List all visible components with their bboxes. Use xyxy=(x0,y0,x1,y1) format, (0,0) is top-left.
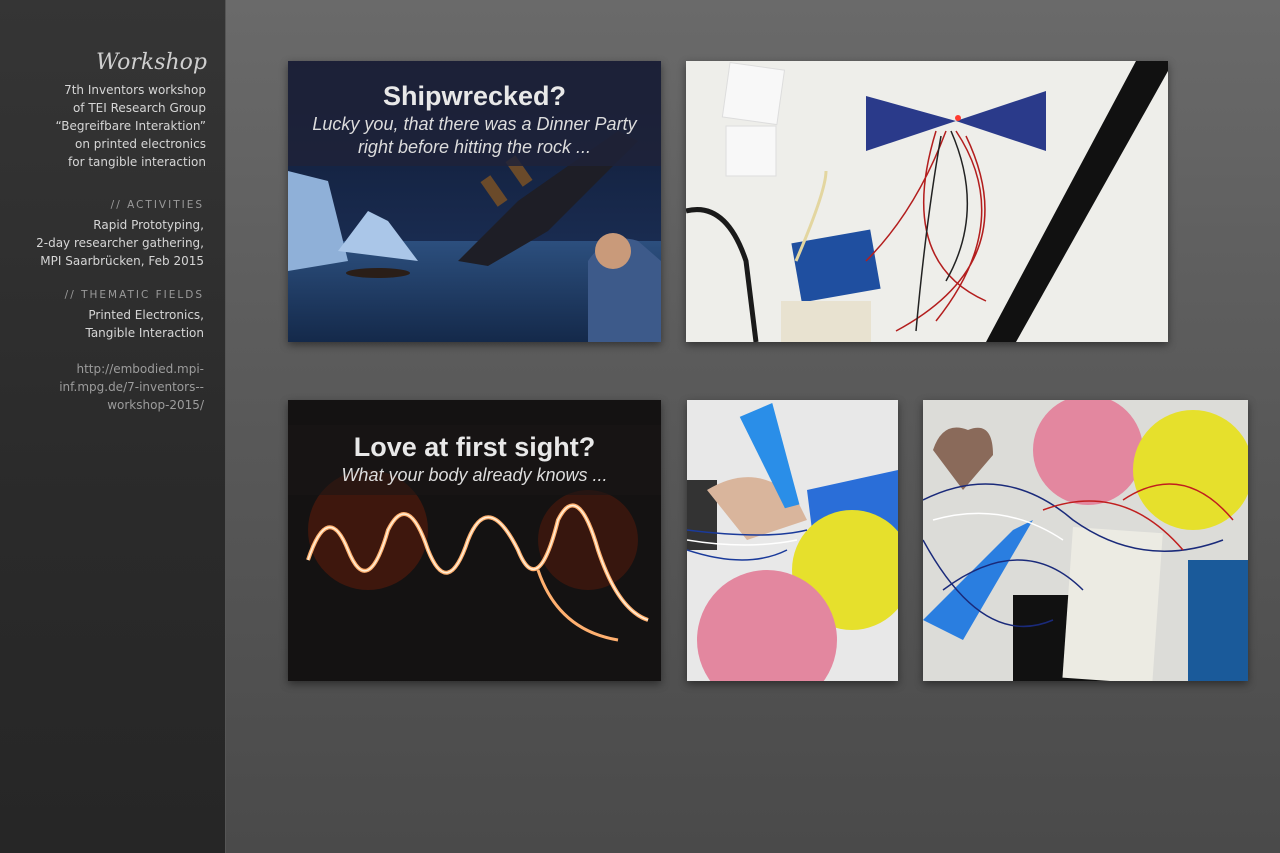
sidebar: Workshop 7th Inventors workshop of TEI R… xyxy=(0,0,226,853)
shipwreck-image-tile[interactable]: Shipwrecked? Lucky you, that there was a… xyxy=(288,61,661,342)
activities-line: Rapid Prototyping, xyxy=(93,218,204,232)
balloons-circuit-photo[interactable] xyxy=(923,400,1248,681)
description-line: 7th Inventors workshop xyxy=(64,83,206,97)
activities-line: MPI Saarbrücken, Feb 2015 xyxy=(40,254,204,268)
love-subtitle: What your body already knows ... xyxy=(341,465,608,485)
description-line: of TEI Research Group xyxy=(72,101,206,115)
bowtie-circuit-photo[interactable] xyxy=(686,61,1168,342)
url-line: http://embodied.mpi- xyxy=(76,362,204,376)
activities-section: // ACTIVITIES Rapid Prototyping, 2-day r… xyxy=(4,197,204,270)
love-title: Love at first sight? xyxy=(353,432,596,462)
bowtie-circuit-image xyxy=(686,61,1168,342)
description-line: for tangible interaction xyxy=(68,155,206,169)
url-line: workshop-2015/ xyxy=(107,398,204,412)
shipwreck-caption: Shipwrecked? Lucky you, that there was a… xyxy=(288,79,661,159)
project-url-link[interactable]: http://embodied.mpi- inf.mpg.de/7-invent… xyxy=(4,360,204,414)
shipwreck-subtitle-line: Lucky you, that there was a Dinner Party xyxy=(312,114,637,134)
love-caption: Love at first sight? What your body alre… xyxy=(288,430,661,487)
thematic-fields-line: Tangible Interaction xyxy=(85,326,204,340)
url-line: inf.mpg.de/7-inventors-- xyxy=(59,380,204,394)
shipwreck-subtitle-line: right before hitting the rock ... xyxy=(357,137,592,157)
description-line: “Begreifbare Interaktion” xyxy=(55,119,206,133)
balloons-hand-photo[interactable] xyxy=(687,400,898,681)
thematic-fields-section: // THEMATIC FIELDS Printed Electronics, … xyxy=(4,287,204,342)
activities-line: 2-day researcher gathering, xyxy=(36,236,204,250)
love-image-tile[interactable]: Love at first sight? What your body alre… xyxy=(288,400,661,681)
description-line: on printed electronics xyxy=(75,137,206,151)
activities-heading: // ACTIVITIES xyxy=(110,199,204,211)
balloons-hand-image xyxy=(687,400,898,681)
sidebar-title: Workshop xyxy=(96,50,207,75)
thematic-fields-heading: // THEMATIC FIELDS xyxy=(64,289,204,301)
thematic-fields-line: Printed Electronics, xyxy=(88,308,204,322)
balloons-circuit-image xyxy=(923,400,1248,681)
sidebar-description: 7th Inventors workshop of TEI Research G… xyxy=(6,81,206,171)
shipwreck-title: Shipwrecked? xyxy=(382,81,567,111)
